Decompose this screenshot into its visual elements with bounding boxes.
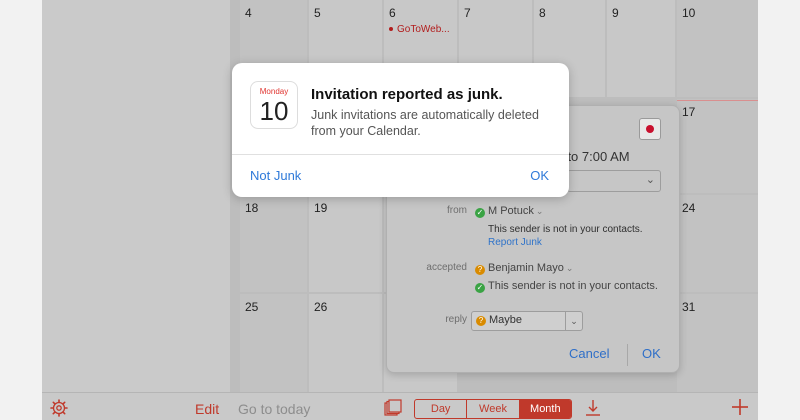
day-cell[interactable]: 18 bbox=[240, 195, 307, 292]
chevron-down-icon: ⌄ bbox=[645, 174, 655, 186]
event-title: GoToWeb... bbox=[397, 24, 450, 35]
reply-select[interactable]: ? Maybe ⌄ bbox=[471, 311, 583, 331]
day-number: 7 bbox=[464, 6, 471, 20]
bottom-toolbar: Edit Go to today Day Week Month bbox=[42, 392, 758, 420]
from-label: from bbox=[447, 205, 467, 216]
accepted-label: accepted bbox=[426, 262, 467, 273]
chevron-down-icon: ⌄ bbox=[535, 206, 544, 216]
tab-day[interactable]: Day bbox=[415, 400, 468, 418]
maybe-status-icon: ? bbox=[475, 265, 485, 275]
day-number: 17 bbox=[682, 105, 696, 119]
view-segmented-control: Day Week Month bbox=[414, 399, 572, 419]
day-cell[interactable]: 26 bbox=[309, 294, 382, 392]
alert-ok-button[interactable]: OK bbox=[530, 168, 549, 183]
alert-divider bbox=[232, 154, 569, 155]
sidebar bbox=[42, 0, 231, 392]
day-number: 26 bbox=[314, 300, 328, 314]
tab-week[interactable]: Week bbox=[467, 400, 520, 418]
day-number: 31 bbox=[682, 300, 696, 314]
day-cell[interactable]: 10 bbox=[677, 0, 758, 97]
attendee-note: ✓ This sender is not in your contacts. bbox=[475, 280, 658, 293]
day-number: 8 bbox=[539, 6, 546, 20]
day-cell[interactable]: 31 bbox=[677, 294, 758, 392]
chevron-down-icon: ⌄ bbox=[565, 312, 582, 330]
day-number: 9 bbox=[612, 6, 619, 20]
tab-month[interactable]: Month bbox=[519, 400, 571, 418]
plus-icon[interactable] bbox=[730, 397, 750, 417]
accepted-check-icon: ✓ bbox=[475, 283, 485, 293]
sender-note: This sender is not in your contacts. bbox=[488, 224, 643, 235]
button-divider bbox=[627, 344, 628, 366]
day-cell[interactable]: 25 bbox=[240, 294, 307, 392]
day-number: 25 bbox=[245, 300, 259, 314]
report-junk-link[interactable]: Report Junk bbox=[488, 237, 542, 248]
download-icon[interactable] bbox=[584, 399, 602, 417]
calendar-app-icon: Monday 10 bbox=[250, 81, 298, 129]
day-number: 19 bbox=[314, 201, 328, 215]
day-number: 18 bbox=[245, 201, 259, 215]
day-cell[interactable]: 19 bbox=[309, 195, 382, 292]
accepted-check-icon: ✓ bbox=[475, 208, 485, 218]
not-junk-button[interactable]: Not Junk bbox=[250, 168, 301, 183]
ok-button[interactable]: OK bbox=[642, 346, 661, 361]
day-cell[interactable]: 24 bbox=[677, 195, 758, 292]
day-number: 4 bbox=[245, 6, 252, 20]
icon-day-number: 10 bbox=[259, 96, 289, 126]
calendar-event[interactable]: GoToWeb... bbox=[389, 24, 450, 35]
device-frame-left bbox=[0, 0, 42, 420]
attendee-name[interactable]: ? Benjamin Mayo ⌄ bbox=[475, 262, 573, 275]
organizer-name[interactable]: ✓ M Potuck ⌄ bbox=[475, 205, 543, 218]
screen: 4 5 6 GoToWeb... 7 8 9 10 17 18 19 24 25… bbox=[0, 0, 800, 420]
edit-button[interactable]: Edit bbox=[195, 401, 219, 417]
go-to-today-button[interactable]: Go to today bbox=[238, 401, 310, 417]
event-dot-icon bbox=[389, 27, 393, 32]
calendar-color-button[interactable] bbox=[639, 118, 661, 140]
cancel-button[interactable]: Cancel bbox=[569, 346, 609, 361]
chevron-down-icon: ⌄ bbox=[565, 263, 574, 273]
alert-message: Junk invitations are automatically delet… bbox=[311, 108, 539, 138]
icon-weekday: Monday bbox=[259, 87, 289, 96]
gear-icon[interactable] bbox=[50, 399, 68, 417]
junk-alert-dialog: Monday 10 Invitation reported as junk. J… bbox=[232, 63, 569, 197]
day-number: 6 bbox=[389, 6, 396, 20]
device-frame-right bbox=[758, 0, 800, 420]
inbox-icon[interactable] bbox=[384, 399, 402, 417]
reply-label: reply bbox=[445, 314, 467, 325]
alert-title: Invitation reported as junk. bbox=[311, 86, 503, 103]
maybe-status-icon: ? bbox=[476, 316, 486, 326]
day-number: 5 bbox=[314, 6, 321, 20]
day-number: 24 bbox=[682, 201, 696, 215]
calendar-color-dot-icon bbox=[646, 125, 654, 133]
current-time-line bbox=[677, 100, 758, 101]
reply-value: ? Maybe bbox=[476, 314, 522, 326]
calendar-select[interactable]: ⌄ bbox=[567, 170, 661, 192]
day-cell[interactable]: 17 bbox=[677, 99, 758, 193]
day-cell[interactable]: 9 bbox=[607, 0, 675, 97]
day-number: 10 bbox=[682, 6, 696, 20]
